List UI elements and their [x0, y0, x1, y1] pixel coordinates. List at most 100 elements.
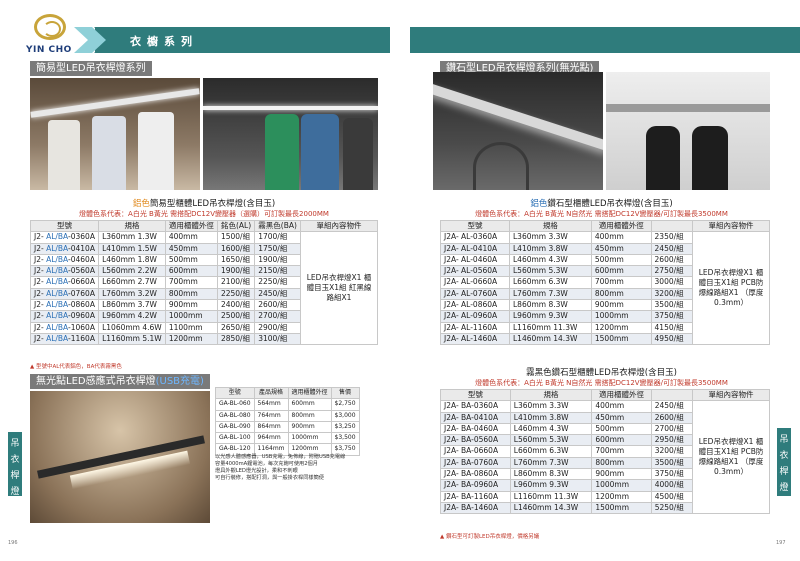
column-header: 銘色(AL): [216, 219, 256, 233]
caption-diamond-black: 霧黑色鑽石型櫃體LED吊衣桿燈(含目玉): [526, 368, 677, 378]
table-cell: 500mm: [164, 253, 218, 267]
table-cell: L360mm 3.3W: [509, 400, 593, 413]
table-cell: 1600/組: [216, 242, 256, 255]
table-cell: 2450/組: [650, 242, 694, 255]
page-header: YIN CHO 衣櫥系列: [0, 0, 800, 58]
table-cell: 1700/組: [254, 231, 301, 244]
page-number-right: 197: [776, 540, 786, 546]
column-header: 霧黑色(BA): [254, 219, 301, 233]
caption-diamond-note: 燈體色系代表：A白光 B黃光 N自然光 需搭配DC12V變壓器/可訂製最長350…: [475, 210, 728, 218]
table-cell: J2- AL/BA-0460A: [29, 253, 100, 267]
table-cell: 3500/組: [650, 299, 694, 312]
table-cell: L660mm 2.7W: [98, 276, 166, 289]
table-row: GA-BL-090 864mm 900mm $3,250: [215, 420, 360, 434]
table-cell: J2A- AL-0410A: [440, 242, 510, 255]
table-cell: 4500/組: [650, 490, 694, 503]
table-cell: J2A- BA-0760A: [440, 456, 511, 470]
note-simple: ▲ 型號中AL代表鋁色，BA代表霧黑色: [30, 364, 122, 370]
sensor-title-text: 無光點LED感應式吊衣桿燈: [36, 376, 156, 387]
table-cell: GA-BL-100: [215, 432, 255, 445]
table-cell: J2- AL/BA-0410A: [29, 242, 100, 255]
caption-simple-note: 燈體色系代表：A白光 B黃光 需搭配DC12V變壓器（選購）可訂製最長2000M…: [79, 210, 329, 218]
table-cell: 2600/組: [254, 299, 301, 312]
table-cell: 1750/組: [254, 242, 301, 255]
table-cell: L660mm 6.3W: [509, 276, 592, 289]
column-header: 適用櫃體外徑: [591, 388, 652, 402]
table-cell: L1160mm 11.3W: [509, 321, 592, 334]
table-row: J2A- BA-0360A L360mm 3.3W 400mm 2450/組 LED吊衣…: [440, 400, 770, 515]
table-diamond-black: 型號 規格 適用櫃體外徑 單組內容物件 J2A- BA-0360A L360mm 3.3…: [440, 388, 770, 515]
table-cell: L660mm 6.3W: [509, 445, 593, 458]
table-cell: 2250/組: [216, 287, 256, 301]
table-cell: 5250/組: [650, 501, 694, 515]
caption-prefix: 鋁色: [132, 199, 150, 209]
table-cell: GA-BL-060: [215, 398, 255, 411]
column-header: 型號: [440, 219, 510, 233]
table-cell: 4950/組: [650, 332, 694, 346]
table-cell: 600mm: [164, 265, 218, 278]
table-cell: J2A- AL-1460A: [440, 332, 510, 346]
column-header: 適用櫃體外徑: [164, 219, 218, 233]
table-cell: 1500mm: [591, 501, 652, 515]
table-cell: L860mm 8.3W: [509, 468, 593, 481]
caption-diamond-black-note: 燈體色系代表：A白光 B黃光 N自然光 需搭配DC12V變壓器/可訂製最長350…: [475, 379, 728, 387]
table-cell: 3750/組: [650, 310, 694, 323]
table-header-row: 型號 規格 適用櫃體外徑 單組內容物件: [440, 219, 770, 233]
table-cell: $3,500: [330, 432, 360, 445]
table-cell: 3200/組: [650, 287, 694, 301]
model-color-code: AL/BA: [46, 243, 69, 253]
table-cell: J2- AL/BA-0760A: [29, 287, 100, 301]
table-cell: L560mm 2.2W: [98, 265, 166, 278]
table-cell: 700mm: [164, 276, 218, 289]
table-cell: 900mm: [591, 468, 652, 481]
table-cell: L360mm 1.3W: [98, 231, 166, 244]
table-cell: 800mm: [287, 409, 332, 422]
table-cell: J2A- BA-0960A: [440, 479, 511, 492]
table-cell: 4000/組: [650, 479, 694, 492]
table-cell: L960mm 4.2W: [98, 310, 166, 323]
model-color-code: AL/BA: [46, 266, 69, 276]
table-cell: 2700/組: [650, 422, 694, 436]
sensor-notes: 以光感人體感應器，USB充電，免佈線，附贈USB充電線 容量4000mA鋰電池，每…: [215, 454, 380, 482]
table-cell: 450mm: [590, 242, 652, 255]
model-color-code: AL/BA: [46, 254, 69, 264]
table-cell: L460mm 4.3W: [509, 422, 593, 436]
table-cell: 600mm: [591, 434, 652, 447]
contents-cell: LED吊衣桿燈X1 櫃體目玉X1組 PCB防爆線路組X1 （厚度0.3mm）: [692, 231, 770, 346]
photo-hanger-rod: [30, 78, 200, 190]
column-header: 售價: [330, 386, 360, 400]
column-header: 規格: [509, 219, 592, 233]
table-cell: 2500/組: [216, 310, 256, 323]
model-color-code: AL/BA: [46, 322, 69, 332]
table-cell: 2850/組: [216, 332, 256, 346]
table-cell: J2A- BA-1160A: [440, 490, 511, 503]
side-tab-left: 吊衣桿燈: [8, 432, 22, 497]
table-cell: $3,250: [330, 420, 360, 434]
table-sensor: 型號 產品規格 適用櫃體外徑 售價 GA-BL-060 564mm 600mm $2,750…: [215, 386, 360, 456]
table-cell: L760mm 7.3W: [509, 287, 592, 301]
table-cell: J2A- AL-0760A: [440, 287, 510, 301]
column-header: 規格: [98, 219, 166, 233]
model-color-code: AL/BA: [46, 288, 69, 298]
table-cell: 800mm: [591, 456, 652, 470]
table-cell: 2750/組: [650, 265, 694, 278]
table-header-row: 型號 產品規格 適用櫃體外徑 售價: [215, 386, 360, 400]
table-cell: L1460mm 14.3W: [509, 501, 593, 515]
table-cell: L410mm 3.8W: [509, 411, 593, 424]
table-cell: 800mm: [590, 287, 652, 301]
section-title-simple: 簡易型LED吊衣桿燈系列: [30, 61, 152, 76]
model-color-code: AL/BA: [46, 300, 69, 310]
chevron-decoration-icon: [74, 27, 122, 53]
table-cell: 800mm: [164, 287, 218, 301]
table-cell: 2700/組: [254, 310, 301, 323]
table-cell: 400mm: [590, 231, 652, 244]
table-cell: 3000/組: [650, 276, 694, 289]
table-cell: 2150/組: [254, 265, 301, 278]
header-band-right: [410, 27, 800, 53]
table-cell: 1200mm: [591, 490, 652, 503]
table-cell: L360mm 3.3W: [509, 231, 592, 244]
photo-sensor-rod: [30, 391, 210, 523]
column-header: 型號: [440, 388, 511, 402]
table-cell: 2650/組: [216, 321, 256, 334]
table-cell: 1200mm: [590, 321, 652, 334]
